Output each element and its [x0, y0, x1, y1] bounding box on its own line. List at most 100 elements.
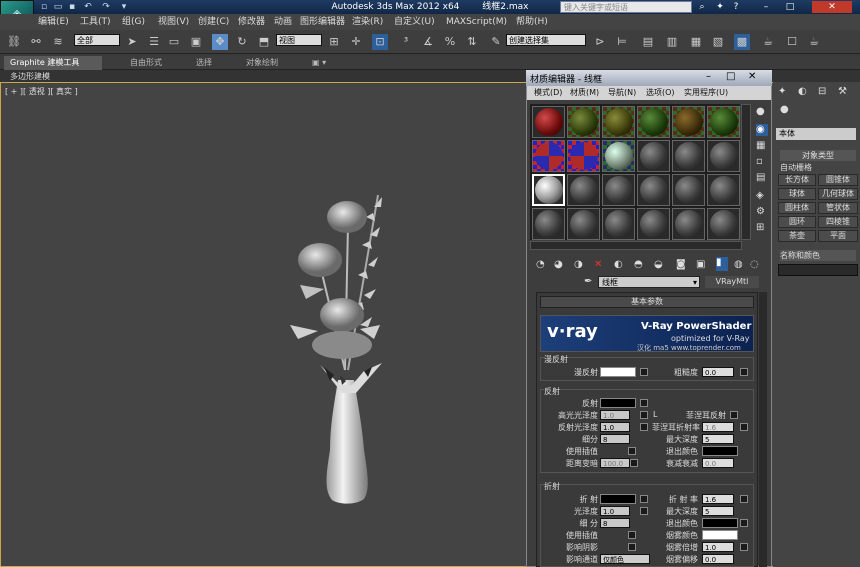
show-map-icon[interactable]: ▣	[696, 259, 705, 270]
geometry-icon[interactable]: ●	[780, 104, 789, 115]
menu-rendering[interactable]: 渲染(R)	[352, 14, 383, 30]
angle-snap-icon[interactable]: ∡	[420, 34, 436, 50]
menu-group[interactable]: 组(G)	[122, 14, 145, 30]
refl-gloss-spinner[interactable]: 1.0	[600, 422, 630, 432]
make-preview-icon[interactable]: ◈	[756, 190, 768, 202]
object-type-rollout[interactable]: 对象类型	[780, 150, 856, 161]
refl-exit-color-swatch[interactable]	[702, 446, 738, 456]
minimize-icon[interactable]: –	[706, 71, 711, 82]
rotate-icon[interactable]: ↻	[234, 34, 250, 50]
fog-mult-map-button[interactable]	[740, 543, 748, 551]
menu-create[interactable]: 创建(C)	[198, 14, 229, 30]
material-id-icon[interactable]: ◙	[676, 259, 686, 270]
roughness-map-button[interactable]	[740, 368, 748, 376]
diffuse-map-button[interactable]	[640, 368, 648, 376]
tab-selection[interactable]: 选择	[196, 57, 212, 69]
sample-slot[interactable]	[672, 208, 705, 240]
refr-exit-checkbox[interactable]	[740, 519, 748, 527]
graphite-toggle-icon[interactable]: ▥	[664, 34, 680, 50]
uv-tiling-icon[interactable]: ▫	[756, 156, 768, 168]
select-by-name-icon[interactable]: ☰	[146, 34, 162, 50]
sample-slot[interactable]	[532, 140, 565, 172]
refract-color-swatch[interactable]	[600, 494, 636, 504]
link-icon[interactable]: ⛓	[6, 34, 22, 50]
material-editor-icon[interactable]: ▩	[734, 34, 750, 50]
teapot-button[interactable]: 茶壶	[778, 230, 816, 242]
sample-slot[interactable]	[637, 174, 670, 206]
pivot-center-icon[interactable]: ⊞	[326, 34, 342, 50]
refr-exit-color-swatch[interactable]	[702, 518, 738, 528]
sample-slot[interactable]	[567, 106, 600, 138]
star-icon[interactable]: ✦	[714, 1, 726, 13]
hierarchy-tab-icon[interactable]: ⊟	[818, 86, 826, 97]
spinner-snap-icon[interactable]: ⇅	[464, 34, 480, 50]
search-input[interactable]: 键入关键字或短语	[560, 1, 692, 13]
sample-slot[interactable]	[707, 140, 740, 172]
sample-slot[interactable]	[637, 106, 670, 138]
fresnel-ior-map-button[interactable]	[740, 423, 748, 431]
schematic-view-icon[interactable]: ▧	[710, 34, 726, 50]
ior-spinner[interactable]: 1.6	[702, 494, 734, 504]
slots-scrollbar[interactable]	[530, 241, 742, 250]
tube-button[interactable]: 管状体	[818, 202, 858, 214]
material-editor-titlebar[interactable]: 材质编辑器 - 线框 – □ ✕	[526, 70, 772, 86]
menu-help[interactable]: 帮助(H)	[516, 14, 548, 30]
dim-distance-checkbox[interactable]	[630, 459, 638, 467]
backlight-icon[interactable]: ◉	[756, 124, 768, 136]
snaps-toggle-icon[interactable]: ³	[398, 34, 414, 50]
close-icon[interactable]: ✕	[812, 1, 852, 13]
modify-tab-icon[interactable]: ◐	[798, 86, 807, 97]
tab-freeform[interactable]: 自由形式	[130, 57, 162, 69]
menu-edit[interactable]: 编辑(E)	[38, 14, 69, 30]
options-icon[interactable]: ⚙	[756, 206, 768, 218]
selection-filter-dropdown[interactable]: 全部	[74, 34, 120, 46]
copy-material-icon[interactable]: ◐	[614, 259, 623, 270]
get-material-icon[interactable]: ◔	[536, 259, 545, 270]
torus-button[interactable]: 圆环	[778, 216, 816, 228]
tab-graphite-modeling[interactable]: Graphite 建模工具	[10, 57, 79, 69]
cylinder-button[interactable]: 圆柱体	[778, 202, 816, 214]
select-manipulate-icon[interactable]: ✛	[348, 34, 364, 50]
menu-views[interactable]: 视图(V)	[158, 14, 189, 30]
affect-channels-dropdown[interactable]: 仅颜色	[600, 554, 650, 564]
diffuse-color-swatch[interactable]	[600, 367, 636, 377]
refr-gloss-map-button[interactable]	[640, 507, 648, 515]
edit-named-selection-icon[interactable]: ✎	[488, 34, 504, 50]
hilight-gloss-map-button[interactable]	[640, 411, 648, 419]
sample-slot[interactable]	[567, 208, 600, 240]
refr-gloss-spinner[interactable]: 1.0	[600, 506, 630, 516]
video-color-icon[interactable]: ▤	[756, 172, 768, 184]
sample-slot[interactable]	[672, 106, 705, 138]
reflect-map-button[interactable]	[640, 399, 648, 407]
menu-navigation[interactable]: 导航(N)	[608, 87, 636, 99]
ribbon-options-icon[interactable]: ▣ ▾	[312, 57, 326, 69]
sample-slot[interactable]	[532, 208, 565, 240]
menu-material[interactable]: 材质(M)	[570, 87, 599, 99]
menu-modifiers[interactable]: 修改器	[238, 14, 265, 30]
move-icon[interactable]: ✥	[212, 34, 228, 50]
reference-coord-dropdown[interactable]: 视图	[276, 34, 322, 46]
motion-tab-icon[interactable]: ⚒	[838, 86, 847, 97]
fog-color-swatch[interactable]	[702, 530, 738, 540]
box-button[interactable]: 长方体	[778, 174, 816, 186]
material-name-field[interactable]: 线框 ▾	[598, 276, 700, 288]
keyboard-shortcut-icon[interactable]: ⊡	[372, 34, 388, 50]
sample-slot[interactable]	[707, 174, 740, 206]
maximize-icon[interactable]: □	[784, 1, 796, 13]
put-to-library-icon[interactable]: ◒	[654, 259, 663, 270]
put-to-scene-icon[interactable]: ◕	[554, 259, 563, 270]
scale-icon[interactable]: ⬒	[256, 34, 272, 50]
sample-slot[interactable]	[532, 106, 565, 138]
sample-slot[interactable]	[567, 140, 600, 172]
curve-editor-icon[interactable]: ▦	[688, 34, 704, 50]
unlink-icon[interactable]: ⚯	[28, 34, 44, 50]
menu-maxscript[interactable]: MAXScript(M)	[446, 14, 507, 30]
pyramid-button[interactable]: 四棱锥	[818, 216, 858, 228]
select-by-material-icon[interactable]: ⊞	[756, 222, 768, 234]
fresnel-checkbox[interactable]	[730, 411, 738, 419]
sample-slot-selected[interactable]	[532, 174, 565, 206]
menu-modes[interactable]: 模式(D)	[534, 87, 562, 99]
sample-slot[interactable]	[707, 208, 740, 240]
refr-use-interp-checkbox[interactable]	[628, 531, 636, 539]
object-name-field[interactable]	[778, 264, 858, 276]
